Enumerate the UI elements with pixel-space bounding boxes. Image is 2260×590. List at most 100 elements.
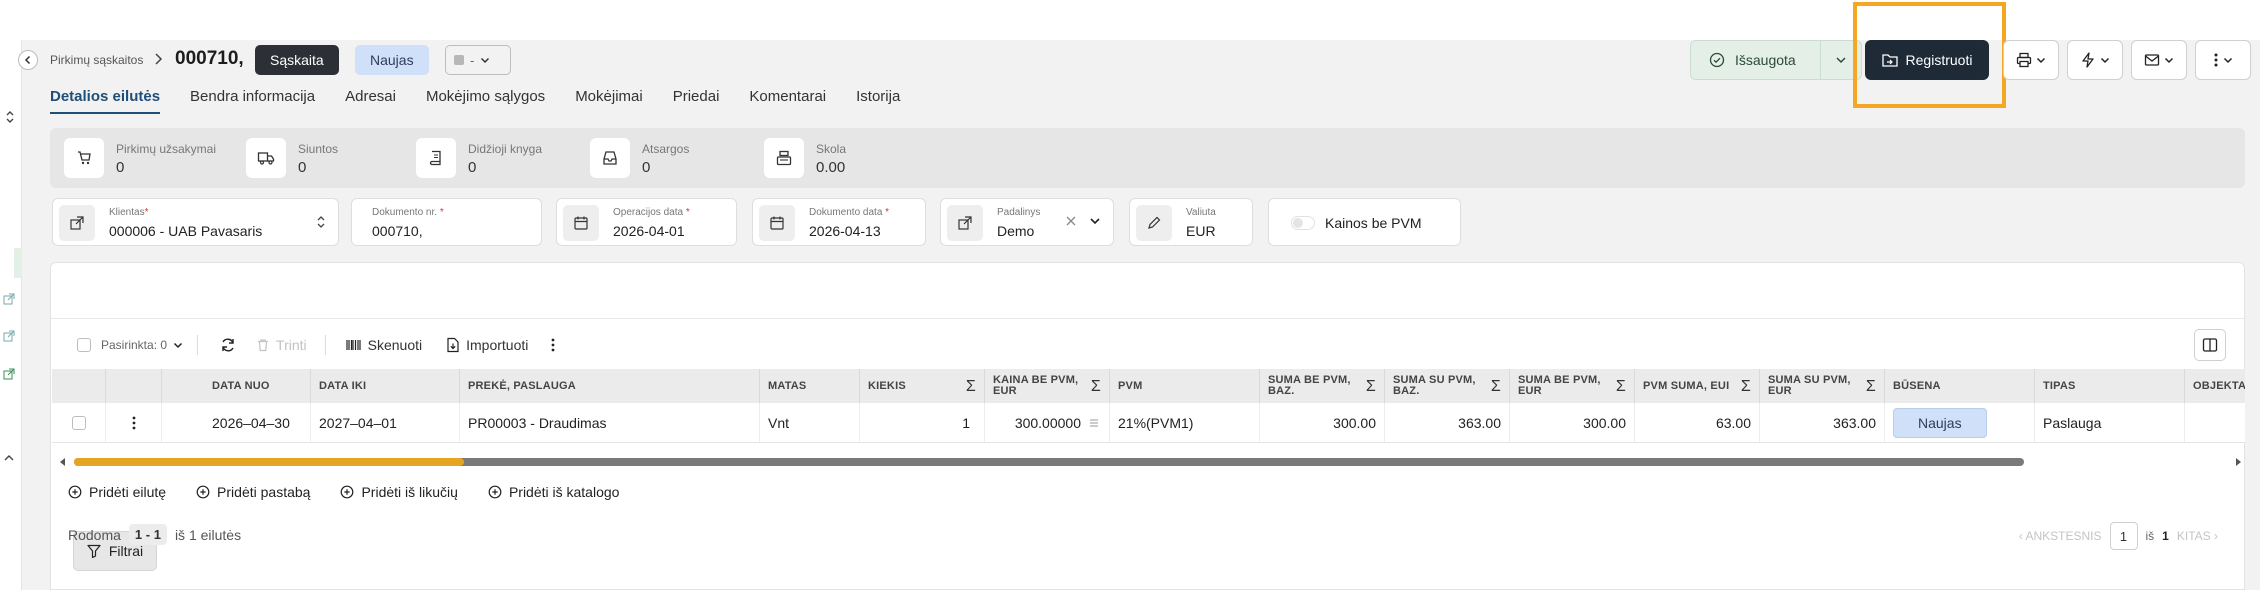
add-from-catalog-button[interactable]: Pridėti iš katalogo [488,484,619,500]
external-link-icon[interactable] [59,205,95,241]
cell-sum-vat-base[interactable]: 363.00 [1385,403,1510,442]
column-header[interactable]: PVM [1110,369,1260,403]
column-header[interactable]: MATAS [760,369,860,403]
sum-icon[interactable]: Σ [1491,378,1501,394]
tab-addresses[interactable]: Adresai [345,88,396,114]
sum-icon[interactable]: Σ [966,378,976,394]
sum-icon[interactable]: Σ [1866,378,1876,394]
external-link-icon[interactable] [947,205,983,241]
breadcrumb[interactable]: Pirkimų sąskaitos [50,53,143,67]
external-link-icon[interactable] [3,368,17,382]
select-all[interactable]: Pasirinkta: 0 [77,338,183,352]
table-row[interactable]: 2026–04–30 2027–04–01 PR00003 - Draudima… [52,403,2245,443]
column-header[interactable]: KAINA BE PVM, EUR Σ [985,369,1110,403]
summary-purchase-orders[interactable]: Pirkimų užsakymai 0 [64,138,216,178]
column-header[interactable]: OBJEKTAS [2185,369,2245,403]
scroll-thumb[interactable] [74,458,464,466]
cell-status[interactable]: Naujas [1885,403,2035,442]
summary-debt[interactable]: Skola 0.00 [764,138,846,178]
actions-button[interactable] [2067,40,2123,80]
summary-shipments[interactable]: Siuntos 0 [246,138,338,178]
column-header[interactable]: SUMA SU PVM, EUR Σ [1760,369,1885,403]
cell-sum-vat-eur[interactable]: 363.00 [1760,403,1885,442]
document-date-field[interactable]: Dokumento data * 2026-04-13 [752,198,926,246]
sum-icon[interactable]: Σ [1741,378,1751,394]
summary-general-ledger[interactable]: Didžioji knyga 0 [416,138,542,178]
row-checkbox[interactable] [71,415,86,430]
columns-button[interactable] [2194,329,2226,361]
column-header[interactable]: PVM SUMA, EUI Σ [1635,369,1760,403]
email-button[interactable] [2131,40,2187,80]
tab-comments[interactable]: Komentarai [749,88,826,114]
calendar-icon[interactable] [563,205,599,241]
more-button[interactable] [2195,40,2251,80]
cell-vat-sum[interactable]: 63.00 [1635,403,1760,442]
cell-date-from[interactable]: 2026–04–30 [162,403,311,442]
chevron-down-icon[interactable] [1089,215,1101,227]
column-header[interactable]: SUMA BE PVM, BAZ. Σ [1260,369,1385,403]
saved-status-button[interactable]: Išsaugota [1690,40,1862,80]
cell-unit[interactable]: Vnt [760,403,860,442]
back-button[interactable] [18,50,38,70]
page-input[interactable]: 1 [2109,522,2138,550]
scan-button[interactable]: Skenuoti [346,337,422,353]
chevron-up-icon[interactable] [3,452,17,466]
summary-inventory[interactable]: Atsargos 0 [590,138,689,178]
next-page-button[interactable]: KITAS › [2177,529,2218,543]
add-from-stock-button[interactable]: Pridėti iš likučių [340,484,458,500]
column-header[interactable]: KIEKIS Σ [860,369,985,403]
delete-button[interactable]: Trinti [256,337,307,353]
prices-without-vat-toggle[interactable] [1291,216,1315,230]
cell-quantity[interactable]: 1 [860,403,985,442]
sort-icon[interactable] [3,110,17,124]
more-vertical-icon[interactable] [131,415,137,431]
cell-date-to[interactable]: 2027–04–01 [311,403,460,442]
division-field[interactable]: Padalinys Demo [940,198,1114,246]
refresh-button[interactable] [220,337,236,353]
cell-price[interactable]: 300.00000 [985,403,1110,442]
operation-date-field[interactable]: Operacijos data * 2026-04-01 [556,198,737,246]
column-header[interactable]: PREKĖ, PASLAUGA [460,369,760,403]
add-note-button[interactable]: Pridėti pastabą [196,484,310,500]
cell-item[interactable]: PR00003 - Draudimas [460,403,760,442]
external-link-icon[interactable] [3,293,17,307]
column-header[interactable]: SUMA SU PVM, BAZ. Σ [1385,369,1510,403]
state-select[interactable]: - [445,45,511,75]
currency-field[interactable]: Valiuta EUR [1129,198,1253,246]
tab-detail-lines[interactable]: Detalios eilutės [50,88,161,114]
more-options-button[interactable] [550,337,556,353]
calendar-icon[interactable] [759,205,795,241]
tab-payment-terms[interactable]: Mokėjimo sąlygos [426,88,545,114]
column-header[interactable]: SUMA BE PVM, EUR Σ [1510,369,1635,403]
cell-object[interactable] [2185,403,2245,442]
prev-page-button[interactable]: ‹ ANKSTESNIS [2019,529,2102,543]
tab-history[interactable]: Istorija [856,88,900,114]
sort-icon[interactable] [316,215,326,229]
cell-sum-no-vat-eur[interactable]: 300.00 [1510,403,1635,442]
tab-attachments[interactable]: Priedai [673,88,720,114]
cell-vat[interactable]: 21%(PVM1) [1110,403,1260,442]
prices-without-vat-field[interactable]: Kainos be PVM [1268,198,1461,246]
menu-icon[interactable] [1089,418,1099,428]
clear-icon[interactable] [1065,215,1077,227]
tab-payments[interactable]: Mokėjimai [575,88,643,114]
column-header[interactable]: TIPAS [2035,369,2185,403]
sum-icon[interactable]: Σ [1616,378,1626,394]
column-header[interactable]: DATA NUO [162,369,311,403]
cell-sum-no-vat-base[interactable]: 300.00 [1260,403,1385,442]
cell-type[interactable]: Paslauga [2035,403,2185,442]
document-number-field[interactable]: Dokumento nr. * 000710, [351,198,542,246]
client-field[interactable]: Klientas* 000006 - UAB Pavasaris [52,198,339,246]
add-line-button[interactable]: Pridėti eilutę [68,484,166,500]
horizontal-scrollbar[interactable] [58,455,2243,469]
import-button[interactable]: Importuoti [446,337,528,353]
sum-icon[interactable]: Σ [1091,378,1101,394]
column-header[interactable]: DATA IKI [311,369,460,403]
pencil-icon[interactable] [1136,205,1172,241]
column-header[interactable]: BŪSENA [1885,369,2035,403]
external-link-icon[interactable] [3,330,17,344]
print-button[interactable] [2003,40,2059,80]
tab-general-info[interactable]: Bendra informacija [190,88,315,114]
select-all-checkbox[interactable] [77,338,91,352]
sum-icon[interactable]: Σ [1366,378,1376,394]
